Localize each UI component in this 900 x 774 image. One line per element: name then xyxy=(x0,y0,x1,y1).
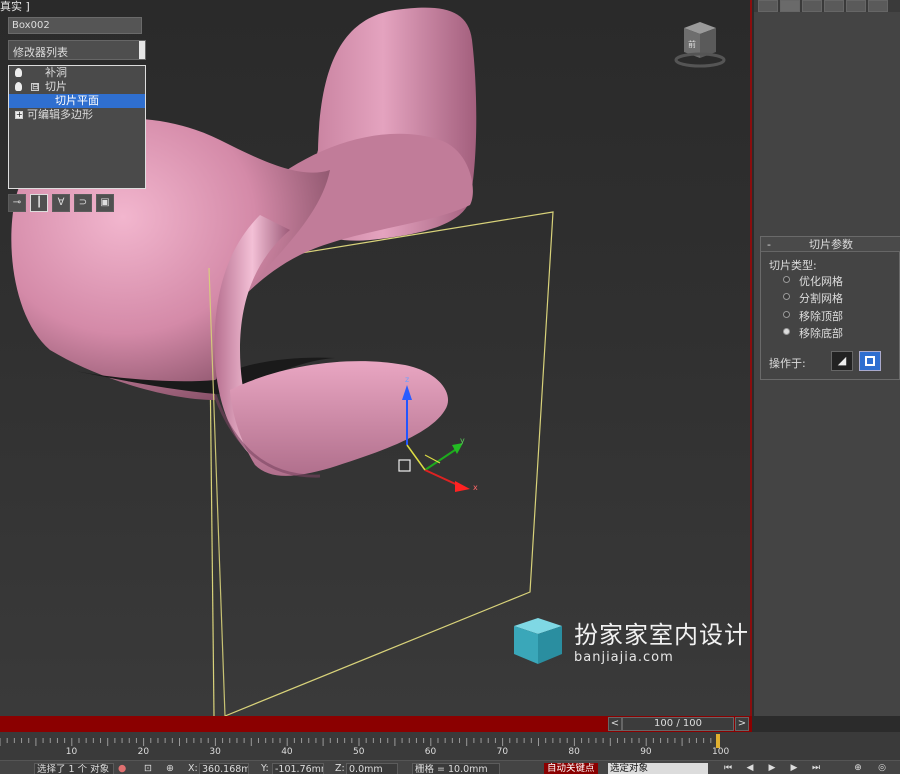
ruler-ticks xyxy=(0,734,720,748)
auto-key-button[interactable]: 自动关键点 xyxy=(544,763,598,774)
collapse-icon[interactable]: ⊟ xyxy=(31,83,39,91)
make-unique-icon[interactable]: ∀ xyxy=(52,194,70,212)
tick-label: 90 xyxy=(640,747,652,757)
stack-item-slice-plane[interactable]: 切片平面 xyxy=(9,94,145,108)
absolute-mode-icon[interactable]: ⊕ xyxy=(166,763,174,774)
banjiajia-logo-icon xyxy=(514,618,562,664)
key-mode-icon[interactable]: ⊕ xyxy=(852,763,864,773)
polygon-icon xyxy=(865,356,875,366)
current-frame-marker xyxy=(716,734,720,748)
modifier-list-label: 修改器列表 xyxy=(13,46,68,59)
z-label: Z: xyxy=(335,763,345,774)
modifier-stack[interactable]: 补洞 ⊟ 切片 切片平面 + 可编辑多边形 xyxy=(8,65,146,189)
tick-label: 10 xyxy=(65,747,78,757)
timeline-ruler[interactable] xyxy=(0,732,900,760)
status-bar: 选择了 1 个 对象 ● ⊡ ⊕ X: 360.168mm Y: -101.76… xyxy=(0,760,900,774)
x-label: X: xyxy=(188,763,198,774)
selection-status: 选择了 1 个 对象 xyxy=(34,763,114,774)
svg-text:x: x xyxy=(473,483,478,492)
motion-tab-icon[interactable] xyxy=(824,0,844,12)
z-coordinate-field[interactable]: 0.0mm xyxy=(346,763,398,774)
tick-label: 50 xyxy=(353,747,365,757)
watermark-url: banjiajia.com xyxy=(574,650,674,665)
go-to-end-icon[interactable]: ⏭ xyxy=(810,763,822,773)
utilities-tab-icon[interactable] xyxy=(868,0,888,12)
tick-label: 40 xyxy=(281,747,293,757)
rollout-header[interactable]: - 切片参数 xyxy=(761,237,900,252)
time-slider-frame-display[interactable]: 100 / 100 xyxy=(622,717,734,731)
time-slider-next-button[interactable]: > xyxy=(735,717,749,731)
watermark-title: 扮家家室内设计 xyxy=(574,621,749,649)
svg-text:z: z xyxy=(405,375,409,384)
tick-label: 20 xyxy=(137,747,150,757)
go-to-start-icon[interactable]: ⏮ xyxy=(722,763,734,773)
modifier-list-dropdown[interactable]: 修改器列表 xyxy=(8,40,146,60)
radio-button-selected-icon[interactable] xyxy=(783,328,790,335)
stack-toolbar: ⊸ ┃ ∀ ⊃ ▣ xyxy=(8,193,146,213)
viewcube-icon[interactable]: 前 xyxy=(670,20,726,70)
pin-stack-icon[interactable]: ⊸ xyxy=(8,194,26,212)
create-tab-icon[interactable] xyxy=(758,0,778,12)
stack-item-slice[interactable]: ⊟ 切片 xyxy=(9,80,145,94)
operate-on-label: 操作于: xyxy=(769,357,806,370)
command-panel-tabs xyxy=(754,0,900,12)
show-end-result-icon[interactable]: ┃ xyxy=(30,194,48,212)
expand-icon[interactable]: + xyxy=(15,111,23,119)
isolate-icon[interactable]: ● xyxy=(118,763,126,774)
chair-base xyxy=(230,361,449,476)
lightbulb-icon[interactable] xyxy=(15,68,22,77)
grid-size-field: 栅格 = 10.0mm xyxy=(412,763,500,774)
configure-sets-icon[interactable]: ▣ xyxy=(96,194,114,212)
stack-item-label: 可编辑多边形 xyxy=(27,108,93,121)
orbit-icon[interactable]: ◎ xyxy=(876,763,888,773)
radio-remove-top[interactable]: 移除顶部 xyxy=(783,308,843,324)
y-label: Y: xyxy=(261,763,269,774)
svg-text:y: y xyxy=(460,436,465,445)
tick-label: 60 xyxy=(424,747,437,757)
display-tab-icon[interactable] xyxy=(846,0,866,12)
rollout-title: 切片参数 xyxy=(809,238,853,251)
x-coordinate-field[interactable]: 360.168mm xyxy=(199,763,249,774)
dropdown-arrow-icon[interactable] xyxy=(139,41,145,59)
next-frame-icon[interactable]: ▶ xyxy=(788,763,800,773)
radio-split-mesh[interactable]: 分割网格 xyxy=(783,290,843,306)
tick-label: 70 xyxy=(496,747,509,757)
radio-refine-mesh[interactable]: 优化网格 xyxy=(783,273,843,289)
radio-remove-bottom[interactable]: 移除底部 xyxy=(783,325,843,341)
lock-icon[interactable]: ⊡ xyxy=(144,763,152,774)
tick-label: 80 xyxy=(568,747,580,757)
slice-type-label: 切片类型: xyxy=(769,259,817,272)
previous-frame-icon[interactable]: ◀ xyxy=(744,763,756,773)
hierarchy-tab-icon[interactable] xyxy=(802,0,822,12)
play-icon[interactable]: ▶ xyxy=(766,763,778,773)
remove-modifier-icon[interactable]: ⊃ xyxy=(74,194,92,212)
tick-label: 100 xyxy=(712,747,730,757)
operate-on-faces-button[interactable]: ◢ xyxy=(831,351,853,371)
modify-tab-icon[interactable] xyxy=(780,0,800,12)
svg-text:前: 前 xyxy=(688,39,696,49)
lightbulb-icon[interactable] xyxy=(15,82,22,91)
radio-button-icon[interactable] xyxy=(783,293,790,300)
selected-object-dropdown[interactable]: 选定对象 xyxy=(608,763,708,774)
stack-item-label: 切片 xyxy=(45,80,67,93)
stack-item-editable-poly[interactable]: + 可编辑多边形 xyxy=(9,108,145,122)
stack-item-label: 切片平面 xyxy=(55,94,99,107)
object-name-input[interactable] xyxy=(8,17,142,34)
slice-parameters-rollout: - 切片参数 切片类型: 优化网格 分割网格 移除顶部 移除底部 操作于: ◢ xyxy=(760,236,900,380)
watermark: 扮家家室内设计 banjiajia.com xyxy=(510,612,749,668)
tick-label: 30 xyxy=(209,747,221,757)
stack-item-patch[interactable]: 补洞 xyxy=(9,66,145,80)
radio-button-icon[interactable] xyxy=(783,311,790,318)
time-slider-prev-button[interactable]: < xyxy=(608,717,622,731)
radio-button-icon[interactable] xyxy=(783,276,790,283)
y-coordinate-field[interactable]: -101.76mm xyxy=(272,763,324,774)
operate-on-polygons-button[interactable] xyxy=(859,351,881,371)
stack-item-label: 补洞 xyxy=(45,66,67,79)
collapse-icon[interactable]: - xyxy=(767,237,771,252)
